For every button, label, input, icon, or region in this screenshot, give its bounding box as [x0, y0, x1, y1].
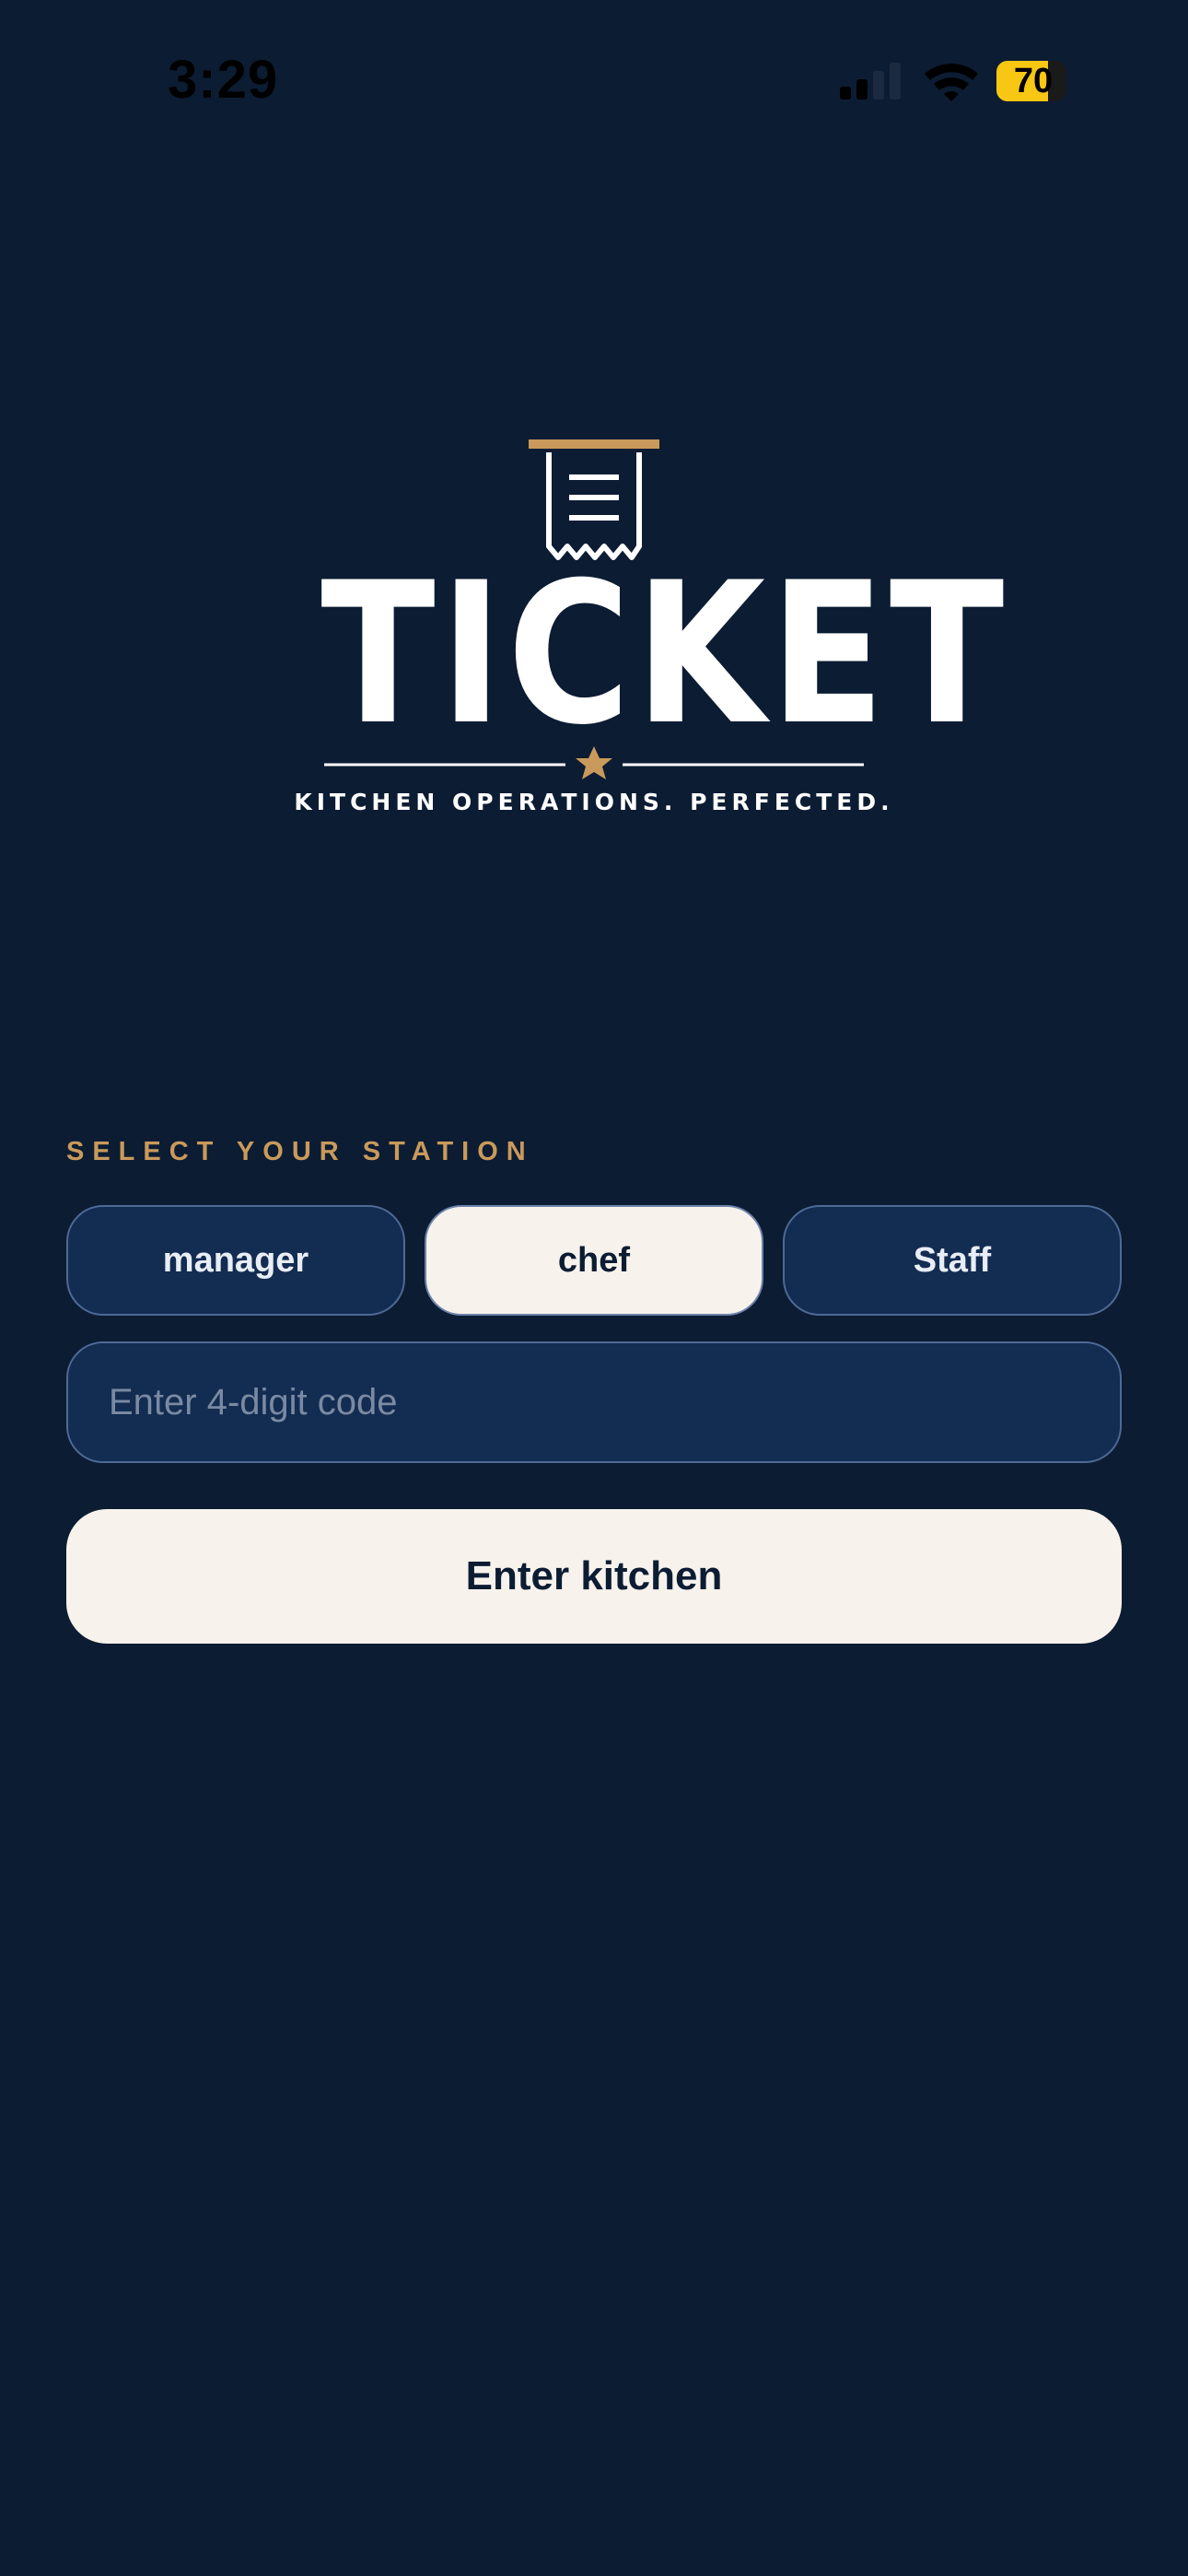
star-icon [576, 746, 612, 779]
status-time: 3:29 [168, 50, 279, 110]
wifi-icon [925, 64, 978, 101]
status-indicators: 70 [838, 57, 1087, 103]
code-input[interactable] [109, 1343, 1076, 1461]
signal-icon [840, 63, 901, 100]
battery-level: 70 [1013, 62, 1054, 100]
station-selector: manager chef Staff [66, 1205, 1122, 1316]
battery-icon: 70 [996, 61, 1070, 101]
station-button-staff[interactable]: Staff [783, 1205, 1122, 1316]
logo-divider [324, 746, 864, 779]
code-field-container [66, 1341, 1122, 1463]
logo-wordmark: TICKET [320, 540, 1009, 767]
app-logo: TICKET KITCHEN OPERATIONS. PERFECTED. [276, 424, 1009, 829]
logo-tagline: KITCHEN OPERATIONS. PERFECTED. [294, 789, 894, 815]
station-button-manager[interactable]: manager [66, 1205, 405, 1316]
station-button-chef[interactable]: chef [425, 1205, 763, 1316]
enter-kitchen-button[interactable]: Enter kitchen [66, 1509, 1122, 1644]
station-section-label: SELECT YOUR STATION [66, 1137, 534, 1166]
